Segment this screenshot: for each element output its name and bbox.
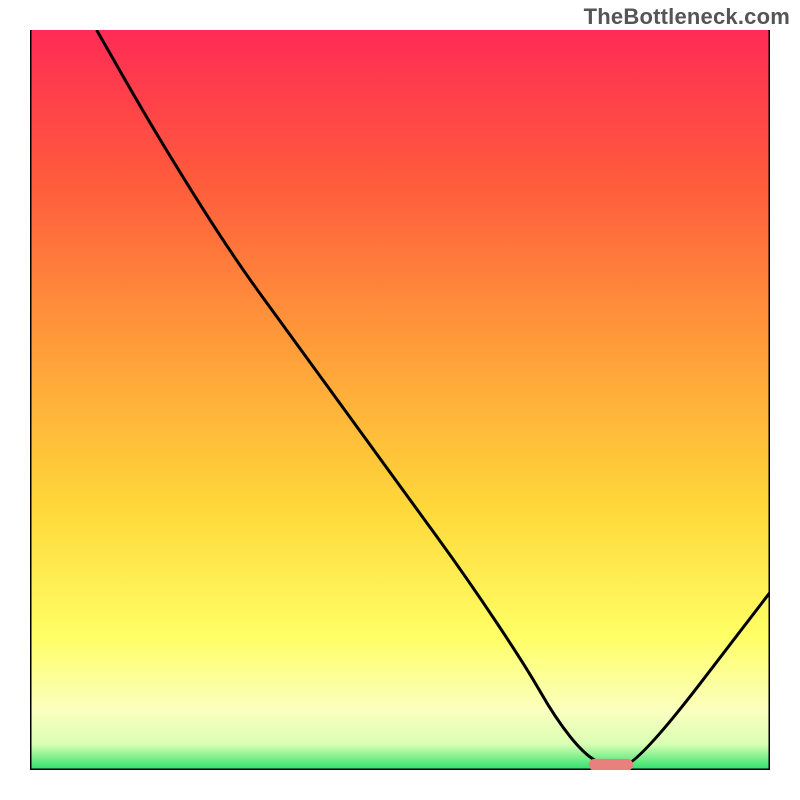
chart-frame: TheBottleneck.com bbox=[0, 0, 800, 800]
chart-svg bbox=[30, 30, 770, 770]
watermark-text: TheBottleneck.com bbox=[584, 4, 790, 30]
plot-background bbox=[30, 30, 770, 770]
optimal-marker bbox=[589, 759, 633, 770]
